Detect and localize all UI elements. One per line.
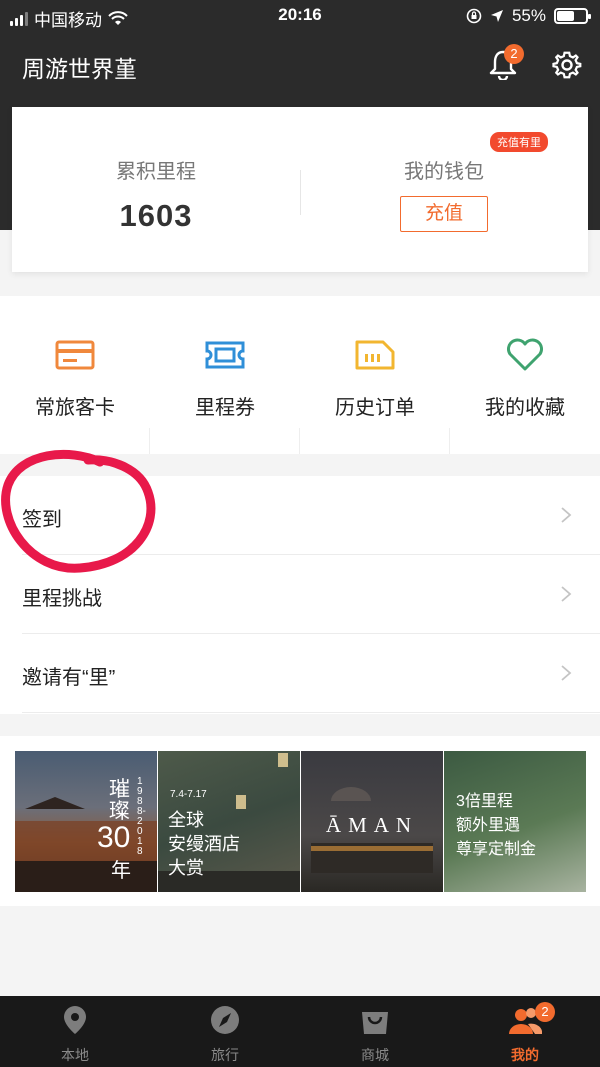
gear-icon: [552, 51, 582, 79]
banner-big-number: 30: [97, 821, 131, 854]
shortcut-label: 常旅客卡: [35, 397, 115, 419]
account-summary-card: 累积里程 1603 我的钱包 充值 充值有里: [12, 107, 588, 272]
banner-line: 全球: [168, 810, 204, 830]
status-right: 55%: [466, 6, 591, 26]
status-bar: 中国移动 20:16 55%: [0, 0, 600, 32]
chevron-right-icon: [561, 586, 572, 602]
miles-label: 累积里程: [116, 161, 196, 183]
wallet-label: 我的钱包: [404, 161, 484, 183]
menu-list: 签到 里程挑战 邀请有“里”: [0, 476, 600, 714]
tab-label: 旅行: [211, 1047, 239, 1063]
banner-triple-miles[interactable]: 3倍里程 额外里遇 尊享定制金: [444, 751, 586, 892]
banner-anniversary[interactable]: 璀璨 1988-2018 30 年: [15, 751, 157, 892]
battery-icon: [554, 8, 591, 24]
notification-button[interactable]: 2: [488, 44, 524, 82]
tab-mall[interactable]: 商城: [300, 996, 450, 1067]
tab-label: 本地: [61, 1047, 89, 1063]
order-icon: [355, 340, 395, 370]
shortcut-label: 历史订单: [335, 397, 415, 419]
profile-badge: 2: [535, 1002, 555, 1022]
menu-item-check-in[interactable]: 签到: [0, 476, 600, 555]
aman-logo: ĀMAN: [325, 813, 419, 837]
row-divider: [22, 712, 600, 713]
banner-line: 尊享定制金: [456, 841, 537, 858]
promo-tag: 充值有里: [490, 132, 548, 152]
recharge-button[interactable]: 充值: [400, 196, 488, 232]
card-icon: [55, 340, 95, 370]
banner-line: 安缦酒店: [168, 834, 240, 854]
shortcut-label: 里程券: [195, 397, 255, 419]
ticket-icon: [205, 341, 245, 369]
location-arrow-icon: [490, 10, 503, 22]
tab-label: 商城: [361, 1047, 389, 1063]
chevron-right-icon: [561, 507, 572, 523]
banner-date: 7.4-7.17: [170, 789, 207, 800]
notification-badge: 2: [504, 44, 524, 64]
banner-years: 1988-2018: [137, 776, 146, 857]
shortcut-mileage-voucher[interactable]: 里程券: [150, 296, 300, 454]
shortcut-frequent-flyer-card[interactable]: 常旅客卡: [0, 296, 150, 454]
banner-vertical-title: 璀璨: [109, 778, 130, 823]
shortcut-favorites[interactable]: 我的收藏: [450, 296, 600, 454]
shopping-bag-icon: [362, 1012, 388, 1034]
tab-local[interactable]: 本地: [0, 996, 150, 1067]
compass-icon: [211, 1006, 239, 1034]
menu-item-mileage-challenge[interactable]: 里程挑战: [0, 555, 600, 634]
miles-section[interactable]: 累积里程 1603: [12, 107, 300, 272]
resort-scene-image: [15, 797, 157, 892]
shortcut-grid: 常旅客卡 里程券 历史订单 我的收藏: [0, 296, 600, 454]
location-pin-icon: [64, 1006, 86, 1034]
tab-label: 我的: [511, 1047, 539, 1063]
rotation-lock-icon: [466, 8, 482, 24]
banner-suffix: 年: [111, 860, 131, 882]
banner-line: 3倍里程: [456, 793, 513, 810]
menu-item-label: 邀请有“里”: [22, 667, 116, 689]
user-name: 周游世界堇: [22, 56, 137, 82]
tab-travel[interactable]: 旅行: [150, 996, 300, 1067]
tab-profile[interactable]: 2 我的: [450, 996, 600, 1067]
banner-line: 额外里遇: [456, 817, 521, 834]
wallet-section[interactable]: 我的钱包 充值: [300, 107, 588, 272]
shortcut-label: 我的收藏: [485, 397, 565, 419]
banner-aman-logo[interactable]: ĀMAN: [301, 751, 443, 892]
banner-line: 大赏: [168, 858, 204, 878]
battery-percent: 55%: [511, 6, 546, 25]
menu-item-label: 签到: [22, 509, 62, 531]
shortcut-order-history[interactable]: 历史订单: [300, 296, 450, 454]
heart-icon: [507, 338, 543, 371]
promo-banner-strip: 璀璨 1988-2018 30 年 7.4-7.17 全球 安缦酒店 大赏 ĀM…: [0, 736, 600, 906]
banner-aman-awards[interactable]: 7.4-7.17 全球 安缦酒店 大赏: [158, 751, 300, 892]
miles-value: 1603: [119, 198, 193, 233]
settings-button[interactable]: [552, 50, 582, 80]
chevron-right-icon: [561, 665, 572, 681]
menu-item-label: 里程挑战: [22, 588, 102, 610]
menu-item-invite[interactable]: 邀请有“里”: [0, 634, 600, 713]
bottom-tab-bar: 本地 旅行 商城 2 我的: [0, 996, 600, 1067]
